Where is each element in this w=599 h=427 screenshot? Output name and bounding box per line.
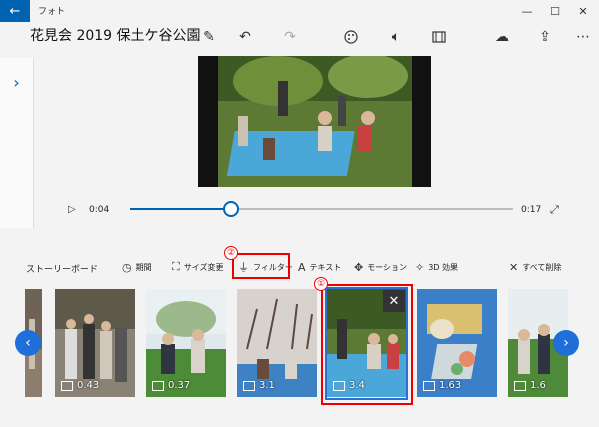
back-arrow-icon: ← bbox=[9, 3, 21, 19]
redo-icon[interactable]: ↷ bbox=[279, 26, 301, 48]
clip-duration: 0.43 bbox=[61, 380, 99, 391]
duration-label: 期間 bbox=[135, 262, 152, 272]
clock-icon: ◷ bbox=[122, 260, 132, 274]
clip-duration: 0.37 bbox=[152, 380, 190, 391]
clip-remove-button[interactable]: ✕ bbox=[383, 290, 405, 312]
close-icon: ✕ bbox=[388, 293, 400, 309]
image-icon bbox=[61, 380, 73, 391]
image-icon bbox=[514, 380, 526, 391]
3d-effects-button[interactable]: ✧ 3D 効果 bbox=[415, 257, 458, 277]
back-button[interactable]: ← bbox=[0, 0, 30, 22]
clip-duration: 3.1 bbox=[243, 380, 275, 391]
storyboard-clip[interactable]: 1.63 bbox=[417, 289, 497, 397]
marker-2: ② bbox=[224, 246, 238, 260]
storyboard-label: ストーリーボード bbox=[26, 265, 99, 275]
3d-effects-label: 3D 効果 bbox=[428, 262, 459, 272]
maximize-button[interactable]: ☐ bbox=[541, 0, 569, 22]
scroll-left-button[interactable]: ‹ bbox=[15, 330, 41, 356]
aspect-ratio-icon[interactable] bbox=[428, 26, 450, 48]
chevron-right-icon: › bbox=[13, 73, 20, 92]
fullscreen-icon[interactable]: ⤢ bbox=[550, 203, 559, 217]
play-button[interactable]: ▷ bbox=[68, 204, 76, 215]
3d-effects-icon: ✧ bbox=[415, 260, 425, 274]
filter-highlight-box bbox=[232, 253, 290, 279]
preview-frame bbox=[218, 56, 412, 187]
minimize-button[interactable]: — bbox=[513, 0, 541, 22]
motion-label: モーション bbox=[367, 262, 408, 272]
clip-duration: 1.6 bbox=[514, 380, 546, 391]
seek-handle[interactable] bbox=[223, 201, 239, 217]
chevron-right-icon: › bbox=[563, 335, 569, 351]
export-icon[interactable]: ☁︎ bbox=[491, 26, 513, 48]
resize-label: サイズ変更 bbox=[183, 262, 224, 272]
undo-icon[interactable]: ↶ bbox=[234, 26, 256, 48]
audio-icon[interactable]: 🔈︎ bbox=[385, 26, 407, 48]
storyboard-clip[interactable]: 0.43 bbox=[55, 289, 135, 397]
text-button[interactable]: A テキスト bbox=[298, 257, 341, 277]
project-title[interactable]: 花見会 2019 保土ケ谷公園 bbox=[30, 25, 201, 45]
text-icon: A bbox=[298, 260, 306, 274]
remove-all-label: すべて削除 bbox=[522, 262, 562, 272]
current-time: 0:04 bbox=[89, 205, 110, 215]
clip-duration: 1.63 bbox=[423, 380, 461, 391]
motion-icon: ✥ bbox=[354, 260, 364, 274]
image-icon bbox=[423, 380, 435, 391]
remove-all-button[interactable]: ✕ すべて削除 bbox=[509, 257, 561, 277]
side-panel-toggle[interactable]: › bbox=[0, 58, 34, 228]
edit-icon[interactable]: ✎ bbox=[198, 26, 220, 48]
resize-button[interactable]: ⛶ サイズ変更 bbox=[172, 257, 223, 277]
title-bar bbox=[0, 0, 599, 22]
close-icon: ✕ bbox=[509, 260, 519, 274]
duration-button[interactable]: ◷ 期間 bbox=[122, 257, 152, 277]
resize-icon: ⛶ bbox=[172, 260, 180, 273]
scroll-right-button[interactable]: › bbox=[553, 330, 579, 356]
close-window-button[interactable]: ✕ bbox=[569, 0, 597, 22]
marker-1: ① bbox=[314, 277, 328, 291]
app-title: フォト bbox=[38, 7, 66, 17]
share-icon[interactable]: ⇪ bbox=[534, 26, 556, 48]
total-time: 0:17 bbox=[521, 205, 542, 215]
image-icon bbox=[243, 380, 255, 391]
storyboard-clip[interactable]: 3.1 bbox=[237, 289, 317, 397]
chevron-left-icon: ‹ bbox=[25, 335, 31, 351]
seek-progress bbox=[130, 208, 231, 210]
image-icon bbox=[152, 380, 164, 391]
storyboard-clip[interactable]: 0.37 bbox=[146, 289, 226, 397]
more-icon[interactable]: ⋯ bbox=[572, 26, 594, 48]
palette-icon[interactable] bbox=[340, 26, 362, 48]
motion-button[interactable]: ✥ モーション bbox=[354, 257, 407, 277]
text-label: テキスト bbox=[309, 262, 342, 272]
